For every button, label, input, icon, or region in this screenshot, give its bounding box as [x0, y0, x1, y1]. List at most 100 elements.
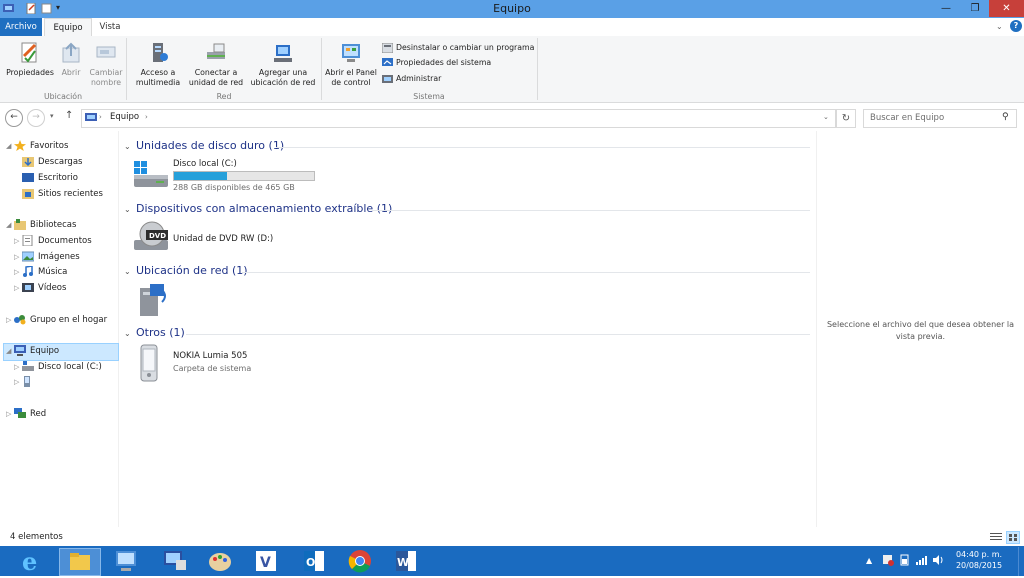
- libraries-icon: [14, 219, 26, 230]
- restore-icon[interactable]: ❐: [961, 0, 989, 17]
- drive-c-item[interactable]: Disco local (C:) 288 GB disponibles de 4…: [132, 157, 322, 197]
- network-signal-icon[interactable]: [915, 554, 927, 566]
- collapse-icon[interactable]: ◢: [6, 218, 14, 232]
- nav-musica[interactable]: ▷ Música: [14, 265, 67, 279]
- search-input[interactable]: Buscar en Equipo ⚲: [863, 109, 1017, 128]
- section-collapse-icon[interactable]: ⌄: [124, 205, 131, 214]
- search-icon[interactable]: ⚲: [1002, 112, 1009, 122]
- window-icon[interactable]: [3, 3, 14, 14]
- abrir-button[interactable]: Abrir: [58, 42, 84, 78]
- nav-favoritos[interactable]: ◢ Favoritos: [6, 139, 68, 153]
- refresh-icon[interactable]: ↻: [836, 109, 856, 128]
- nav-red[interactable]: ▷ Red: [6, 407, 46, 421]
- cambiar-nombre-button[interactable]: Cambiar nombre: [88, 42, 124, 88]
- expand-icon[interactable]: ▷: [14, 265, 22, 279]
- expand-icon[interactable]: ▷: [14, 234, 22, 248]
- action-center-icon[interactable]: [882, 554, 894, 566]
- back-button[interactable]: ←: [5, 109, 23, 127]
- nav-equipo[interactable]: ◢ Equipo: [6, 344, 59, 358]
- battery-icon[interactable]: [899, 554, 911, 566]
- nav-videos[interactable]: ▷ Vídeos: [14, 281, 66, 295]
- section-collapse-icon[interactable]: ⌄: [124, 329, 131, 338]
- tab-equipo[interactable]: Equipo: [44, 18, 92, 37]
- nav-equipo-label: Equipo: [30, 346, 60, 356]
- outlook-icon[interactable]: O: [294, 548, 334, 574]
- paint-icon[interactable]: [200, 548, 240, 574]
- breadcrumb-separator-icon: ›: [99, 113, 102, 121]
- pictures-icon: [21, 251, 35, 262]
- address-bar[interactable]: › Equipo › ⌄: [81, 109, 836, 128]
- nav-grupo-hogar-label: Grupo en el hogar: [30, 315, 108, 325]
- expand-icon[interactable]: ▷: [14, 375, 22, 389]
- internet-explorer-icon[interactable]: e: [14, 547, 54, 576]
- expand-icon[interactable]: ▷: [14, 360, 22, 374]
- expand-icon[interactable]: ▷: [6, 407, 14, 421]
- group-separator: [126, 38, 127, 100]
- new-folder-quick-icon[interactable]: [41, 3, 52, 14]
- up-icon[interactable]: ↑: [65, 110, 73, 121]
- section-divider: [186, 334, 810, 335]
- file-explorer-icon[interactable]: [59, 548, 101, 576]
- propiedades-sistema-button[interactable]: Propiedades del sistema: [382, 56, 491, 69]
- panel-control-button[interactable]: Abrir el Panel de control: [323, 42, 379, 88]
- breadcrumb-chevron-icon[interactable]: ›: [145, 113, 148, 121]
- tab-archivo[interactable]: Archivo: [0, 18, 42, 36]
- address-dropdown-icon[interactable]: ⌄: [823, 113, 829, 121]
- volume-icon[interactable]: [932, 554, 944, 566]
- nav-imagenes[interactable]: ▷ Imágenes: [14, 250, 80, 264]
- properties-quick-icon[interactable]: [26, 2, 37, 15]
- network-location-item[interactable]: [134, 282, 174, 320]
- collapse-icon[interactable]: ◢: [6, 139, 14, 153]
- nav-descargas[interactable]: Descargas: [22, 155, 82, 169]
- word-icon[interactable]: W: [386, 548, 426, 574]
- control-panel-taskbar-icon[interactable]: [106, 548, 146, 574]
- recent-locations-icon[interactable]: ▾: [50, 112, 54, 120]
- section-red[interactable]: Ubicación de red (1): [136, 264, 248, 277]
- conectar-unidad-button[interactable]: Conectar a unidad de red: [184, 42, 248, 88]
- minimize-icon[interactable]: —: [932, 0, 960, 17]
- section-collapse-icon[interactable]: ⌄: [124, 267, 131, 276]
- large-icons-view-icon[interactable]: [1006, 531, 1020, 544]
- propiedades-button[interactable]: Propiedades: [4, 42, 56, 78]
- section-discos[interactable]: Unidades de disco duro (1): [136, 139, 284, 152]
- visio-icon[interactable]: V: [246, 548, 286, 574]
- nav-escritorio[interactable]: Escritorio: [22, 171, 78, 185]
- nav-sitios[interactable]: Sitios recientes: [22, 187, 103, 201]
- group-label-red: Red: [216, 92, 232, 101]
- section-extraible[interactable]: Dispositivos con almacenamiento extraíbl…: [136, 202, 392, 215]
- expand-icon[interactable]: ▷: [6, 313, 14, 327]
- nokia-item[interactable]: NOKIA Lumia 505 Carpeta de sistema: [134, 344, 274, 384]
- help-icon[interactable]: ?: [1010, 20, 1022, 32]
- section-otros[interactable]: Otros (1): [136, 326, 185, 339]
- expand-icon[interactable]: ▷: [14, 250, 22, 264]
- show-hidden-icons-icon[interactable]: ▲: [866, 556, 872, 565]
- nav-sitios-label: Sitios recientes: [38, 189, 103, 199]
- abrir-label: Abrir: [61, 68, 81, 77]
- agregar-ubicacion-button[interactable]: Agregar una ubicación de red: [248, 42, 318, 88]
- breadcrumb-equipo[interactable]: Equipo: [110, 112, 139, 122]
- nav-bibliotecas[interactable]: ◢ Bibliotecas: [6, 218, 76, 232]
- expand-icon[interactable]: ▷: [14, 281, 22, 295]
- desinstalar-button[interactable]: Desinstalar o cambiar un programa: [381, 41, 534, 54]
- acceso-multimedia-button[interactable]: Acceso a multimedia: [130, 42, 186, 88]
- nav-phone-device[interactable]: ▷: [14, 375, 38, 389]
- nav-grupo-hogar[interactable]: ▷ Grupo en el hogar: [6, 313, 107, 327]
- computer-management-icon[interactable]: [154, 548, 194, 574]
- nav-disco-local[interactable]: ▷ Disco local (C:): [14, 360, 102, 374]
- collapse-icon[interactable]: ◢: [6, 344, 14, 358]
- nav-documentos[interactable]: ▷ Documentos: [14, 234, 92, 248]
- chrome-icon[interactable]: [340, 548, 380, 574]
- media-server-icon: [134, 282, 174, 321]
- close-icon[interactable]: ✕: [989, 0, 1024, 17]
- taskbar-clock[interactable]: 04:40 p. m. 20/08/2015: [952, 549, 1006, 571]
- customize-quick-access-icon[interactable]: ▾: [56, 3, 67, 14]
- section-collapse-icon[interactable]: ⌄: [124, 142, 131, 151]
- show-desktop-button[interactable]: [1018, 547, 1024, 576]
- dvd-item[interactable]: DVD Unidad de DVD RW (D:): [132, 220, 322, 258]
- administrar-button[interactable]: Administrar: [382, 72, 441, 85]
- details-view-icon[interactable]: [990, 532, 1002, 542]
- tab-vista[interactable]: Vista: [92, 18, 128, 36]
- expand-ribbon-icon[interactable]: ⌄: [996, 22, 1003, 31]
- forward-button[interactable]: →: [27, 109, 45, 127]
- phone-icon: [138, 344, 160, 385]
